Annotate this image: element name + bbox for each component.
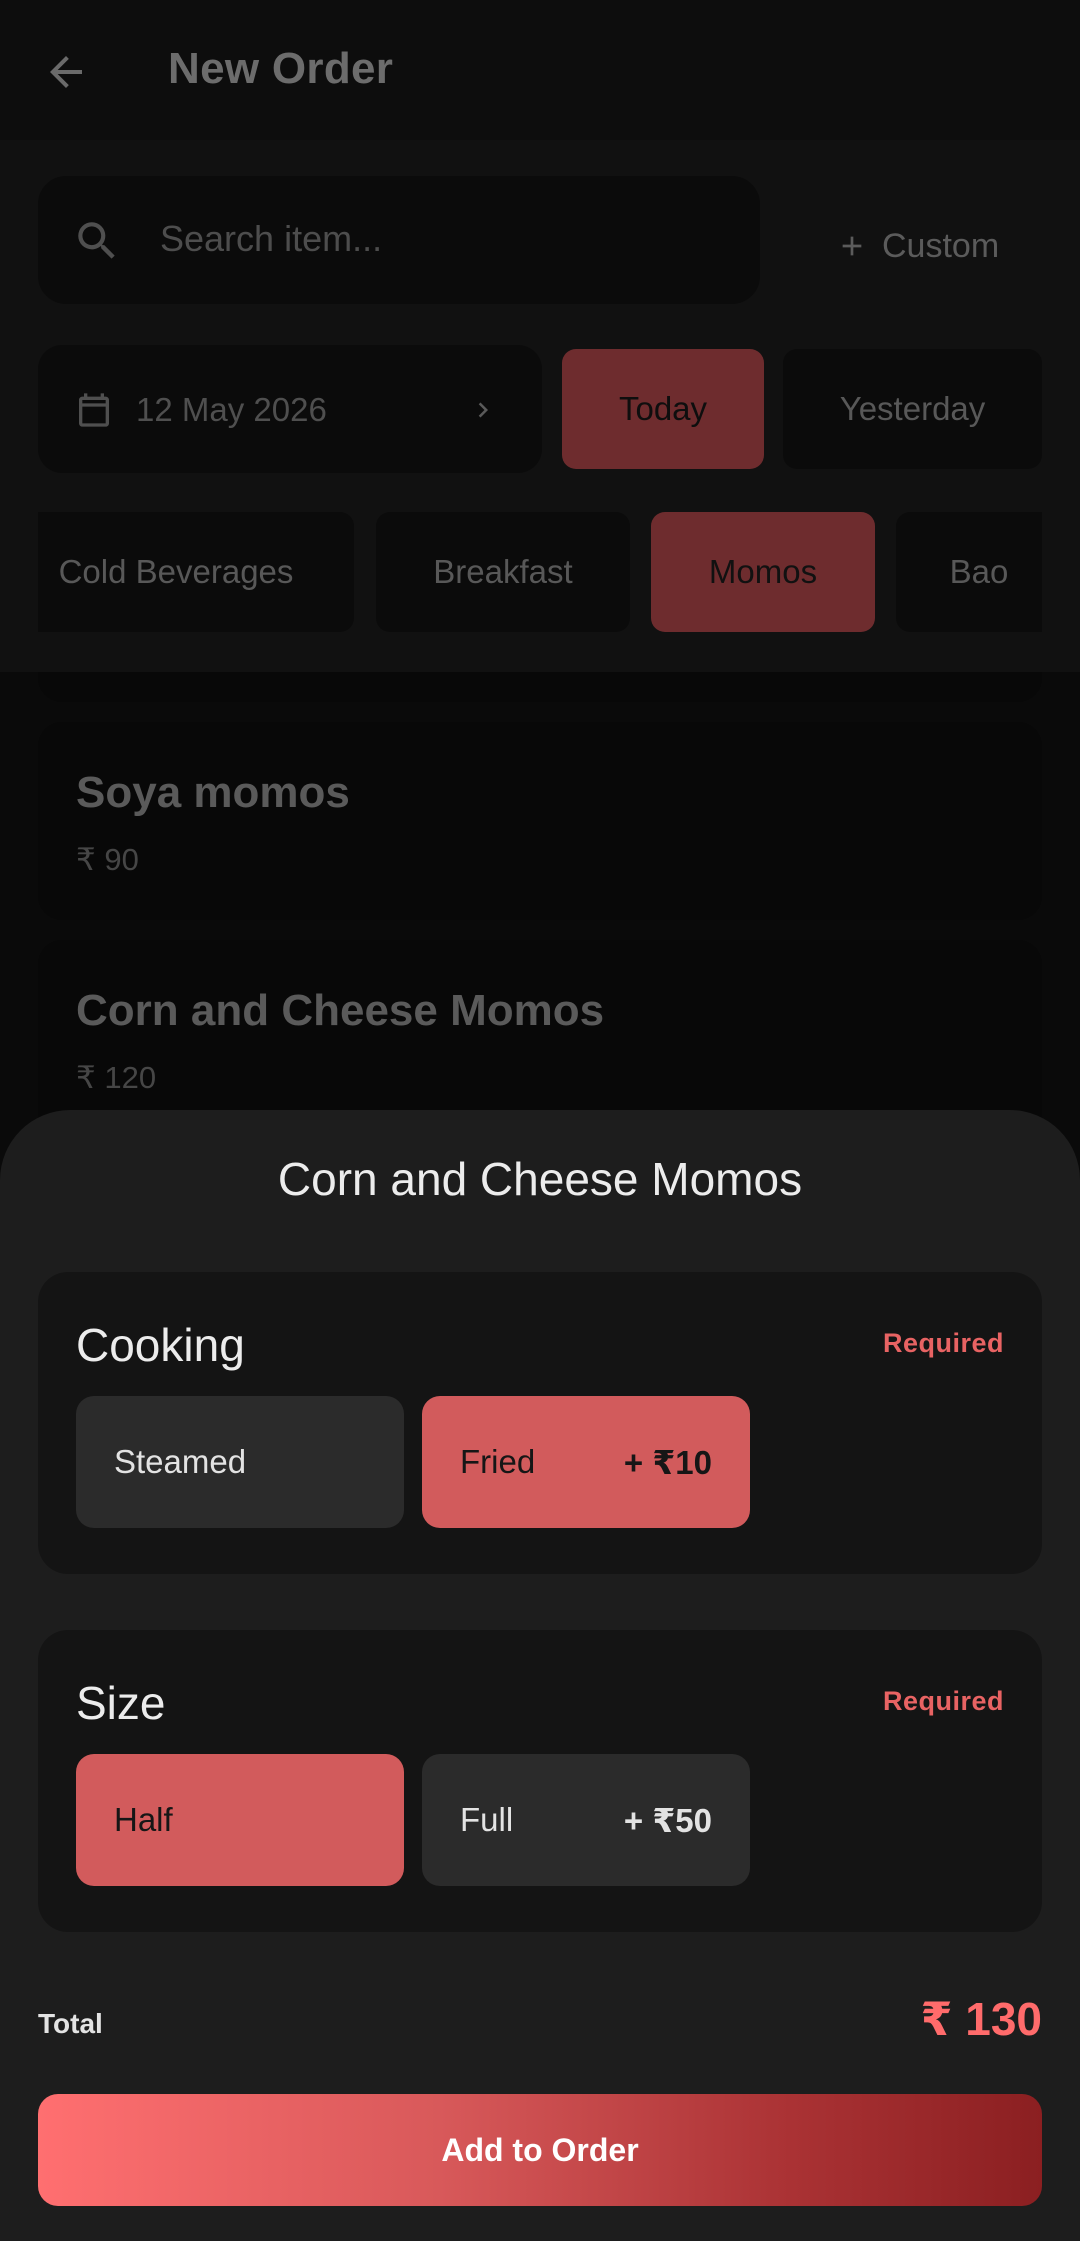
add-to-order-button[interactable]: Add to Order <box>38 2094 1042 2206</box>
option-group-cooking: Cooking Required Steamed Fried + ₹10 <box>38 1272 1042 1574</box>
category-tabs: Cold Beverages Breakfast Momos Bao <box>38 512 1042 636</box>
item-name: Soya momos <box>76 768 350 817</box>
date-value: 12 May 2026 <box>136 391 327 428</box>
category-chip-momos[interactable]: Momos <box>651 512 875 632</box>
date-picker[interactable]: 12 May 2026 <box>38 345 542 473</box>
arrow-left-icon[interactable] <box>42 48 90 96</box>
option-label: Full <box>460 1801 514 1838</box>
option-label: Half <box>114 1801 173 1838</box>
calendar-icon <box>79 393 109 427</box>
page-title: New Order <box>168 44 394 93</box>
yesterday-chip[interactable]: Yesterday <box>783 349 1042 469</box>
group-title: Size <box>76 1677 166 1729</box>
filter-panel: Search item... Custom 12 May 2026 Today … <box>0 140 1080 672</box>
menu-item-card[interactable]: Soya momos ₹ 90 <box>38 722 1042 920</box>
list-item <box>38 672 1042 702</box>
custom-item-button[interactable]: Custom <box>836 216 999 276</box>
option-group-size: Size Required Half Full + ₹50 <box>38 1630 1042 1932</box>
search-icon <box>78 222 115 259</box>
option-label: Steamed <box>114 1443 247 1480</box>
category-chip-bao[interactable]: Bao <box>896 512 1042 632</box>
app-bar: New Order <box>0 0 1080 140</box>
required-badge: Required <box>882 1686 1004 1716</box>
category-chip-breakfast[interactable]: Breakfast <box>376 512 630 632</box>
option-fried[interactable]: Fried + ₹10 <box>422 1396 750 1528</box>
sheet-title: Corn and Cheese Momos <box>277 1153 803 1205</box>
total-label: Total <box>38 2008 103 2039</box>
item-name: Corn and Cheese Momos <box>76 986 605 1035</box>
plus-icon <box>842 236 862 256</box>
app-root: New Order Search item... Custom 12 May 2… <box>0 0 1080 2241</box>
search-input[interactable]: Search item... <box>38 176 760 304</box>
group-title: Cooking <box>76 1319 245 1371</box>
item-options-sheet: Corn and Cheese Momos Cooking Required S… <box>0 1110 1080 2241</box>
item-price: ₹ 90 <box>76 842 139 877</box>
option-steamed[interactable]: Steamed <box>76 1396 404 1528</box>
required-badge: Required <box>882 1328 1004 1358</box>
category-chip-cold-beverages[interactable]: Cold Beverages <box>38 512 354 632</box>
today-chip[interactable]: Today <box>562 349 764 469</box>
custom-label: Custom <box>882 226 1000 265</box>
total-value: ₹ 130 <box>920 1993 1042 2045</box>
option-label: Fried <box>460 1443 536 1480</box>
option-half[interactable]: Half <box>76 1754 404 1886</box>
option-extra-price: + ₹10 <box>623 1443 712 1481</box>
option-full[interactable]: Full + ₹50 <box>422 1754 750 1886</box>
item-price: ₹ 120 <box>76 1060 157 1095</box>
chevron-right-icon[interactable] <box>468 393 498 427</box>
search-placeholder: Search item... <box>160 218 383 259</box>
option-extra-price: + ₹50 <box>623 1801 712 1839</box>
